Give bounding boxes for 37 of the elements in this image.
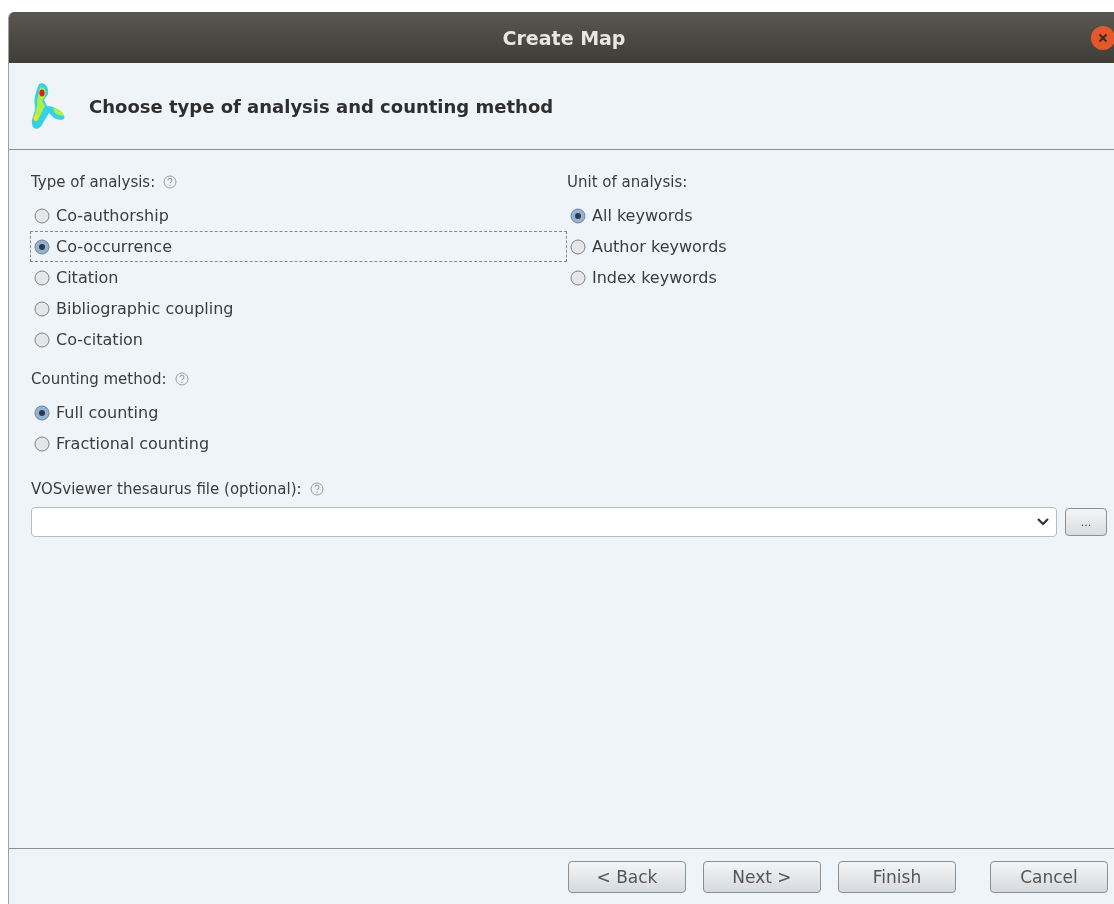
radio-label[interactable]: Co-authorship xyxy=(56,206,169,225)
radio-button[interactable] xyxy=(570,238,586,255)
radio-label[interactable]: Fractional counting xyxy=(56,434,210,453)
dialog-button[interactable]: Cancel xyxy=(990,860,1108,893)
radio-label[interactable]: Bibliographic coupling xyxy=(56,299,234,318)
section-label: Type of analysis: xyxy=(31,173,156,191)
radio-button[interactable] xyxy=(34,331,50,348)
radio-label[interactable]: Co-occurrence xyxy=(56,237,172,256)
radio-label[interactable]: Author keywords xyxy=(592,237,727,256)
close-icon[interactable] xyxy=(1091,26,1114,50)
help-icon[interactable] xyxy=(309,482,324,496)
radio-button[interactable] xyxy=(570,207,586,224)
radio-label[interactable]: All keywords xyxy=(592,206,693,225)
file-dropdown[interactable] xyxy=(31,507,1057,537)
radio-button[interactable] xyxy=(34,404,50,421)
section-label: Counting method: xyxy=(31,370,167,388)
radio-button[interactable] xyxy=(34,238,50,255)
chevron-down-icon xyxy=(1036,517,1050,527)
window-title: Create Map xyxy=(502,26,626,49)
help-icon[interactable] xyxy=(174,372,189,386)
radio-label[interactable]: Citation xyxy=(56,268,119,287)
radio-label[interactable]: Index keywords xyxy=(592,268,717,287)
radio-button[interactable] xyxy=(570,269,586,286)
page-heading: Choose type of analysis and counting method xyxy=(89,95,554,117)
section-label: Unit of analysis: xyxy=(567,173,688,191)
dialog-button[interactable]: Next > xyxy=(703,860,821,893)
dialog-button[interactable]: < Back xyxy=(568,860,686,893)
radio-label[interactable]: Co-citation xyxy=(56,330,143,349)
radio-button[interactable] xyxy=(34,207,50,224)
browse-button[interactable]: ... xyxy=(1065,508,1107,536)
radio-button[interactable] xyxy=(34,269,50,286)
section-label: VOSviewer thesaurus file (optional): xyxy=(31,480,302,498)
radio-label[interactable]: Full counting xyxy=(56,403,159,422)
help-icon[interactable] xyxy=(163,175,178,189)
dialog-button[interactable]: Finish xyxy=(838,860,956,893)
radio-button[interactable] xyxy=(34,300,50,317)
radio-button[interactable] xyxy=(34,435,50,452)
